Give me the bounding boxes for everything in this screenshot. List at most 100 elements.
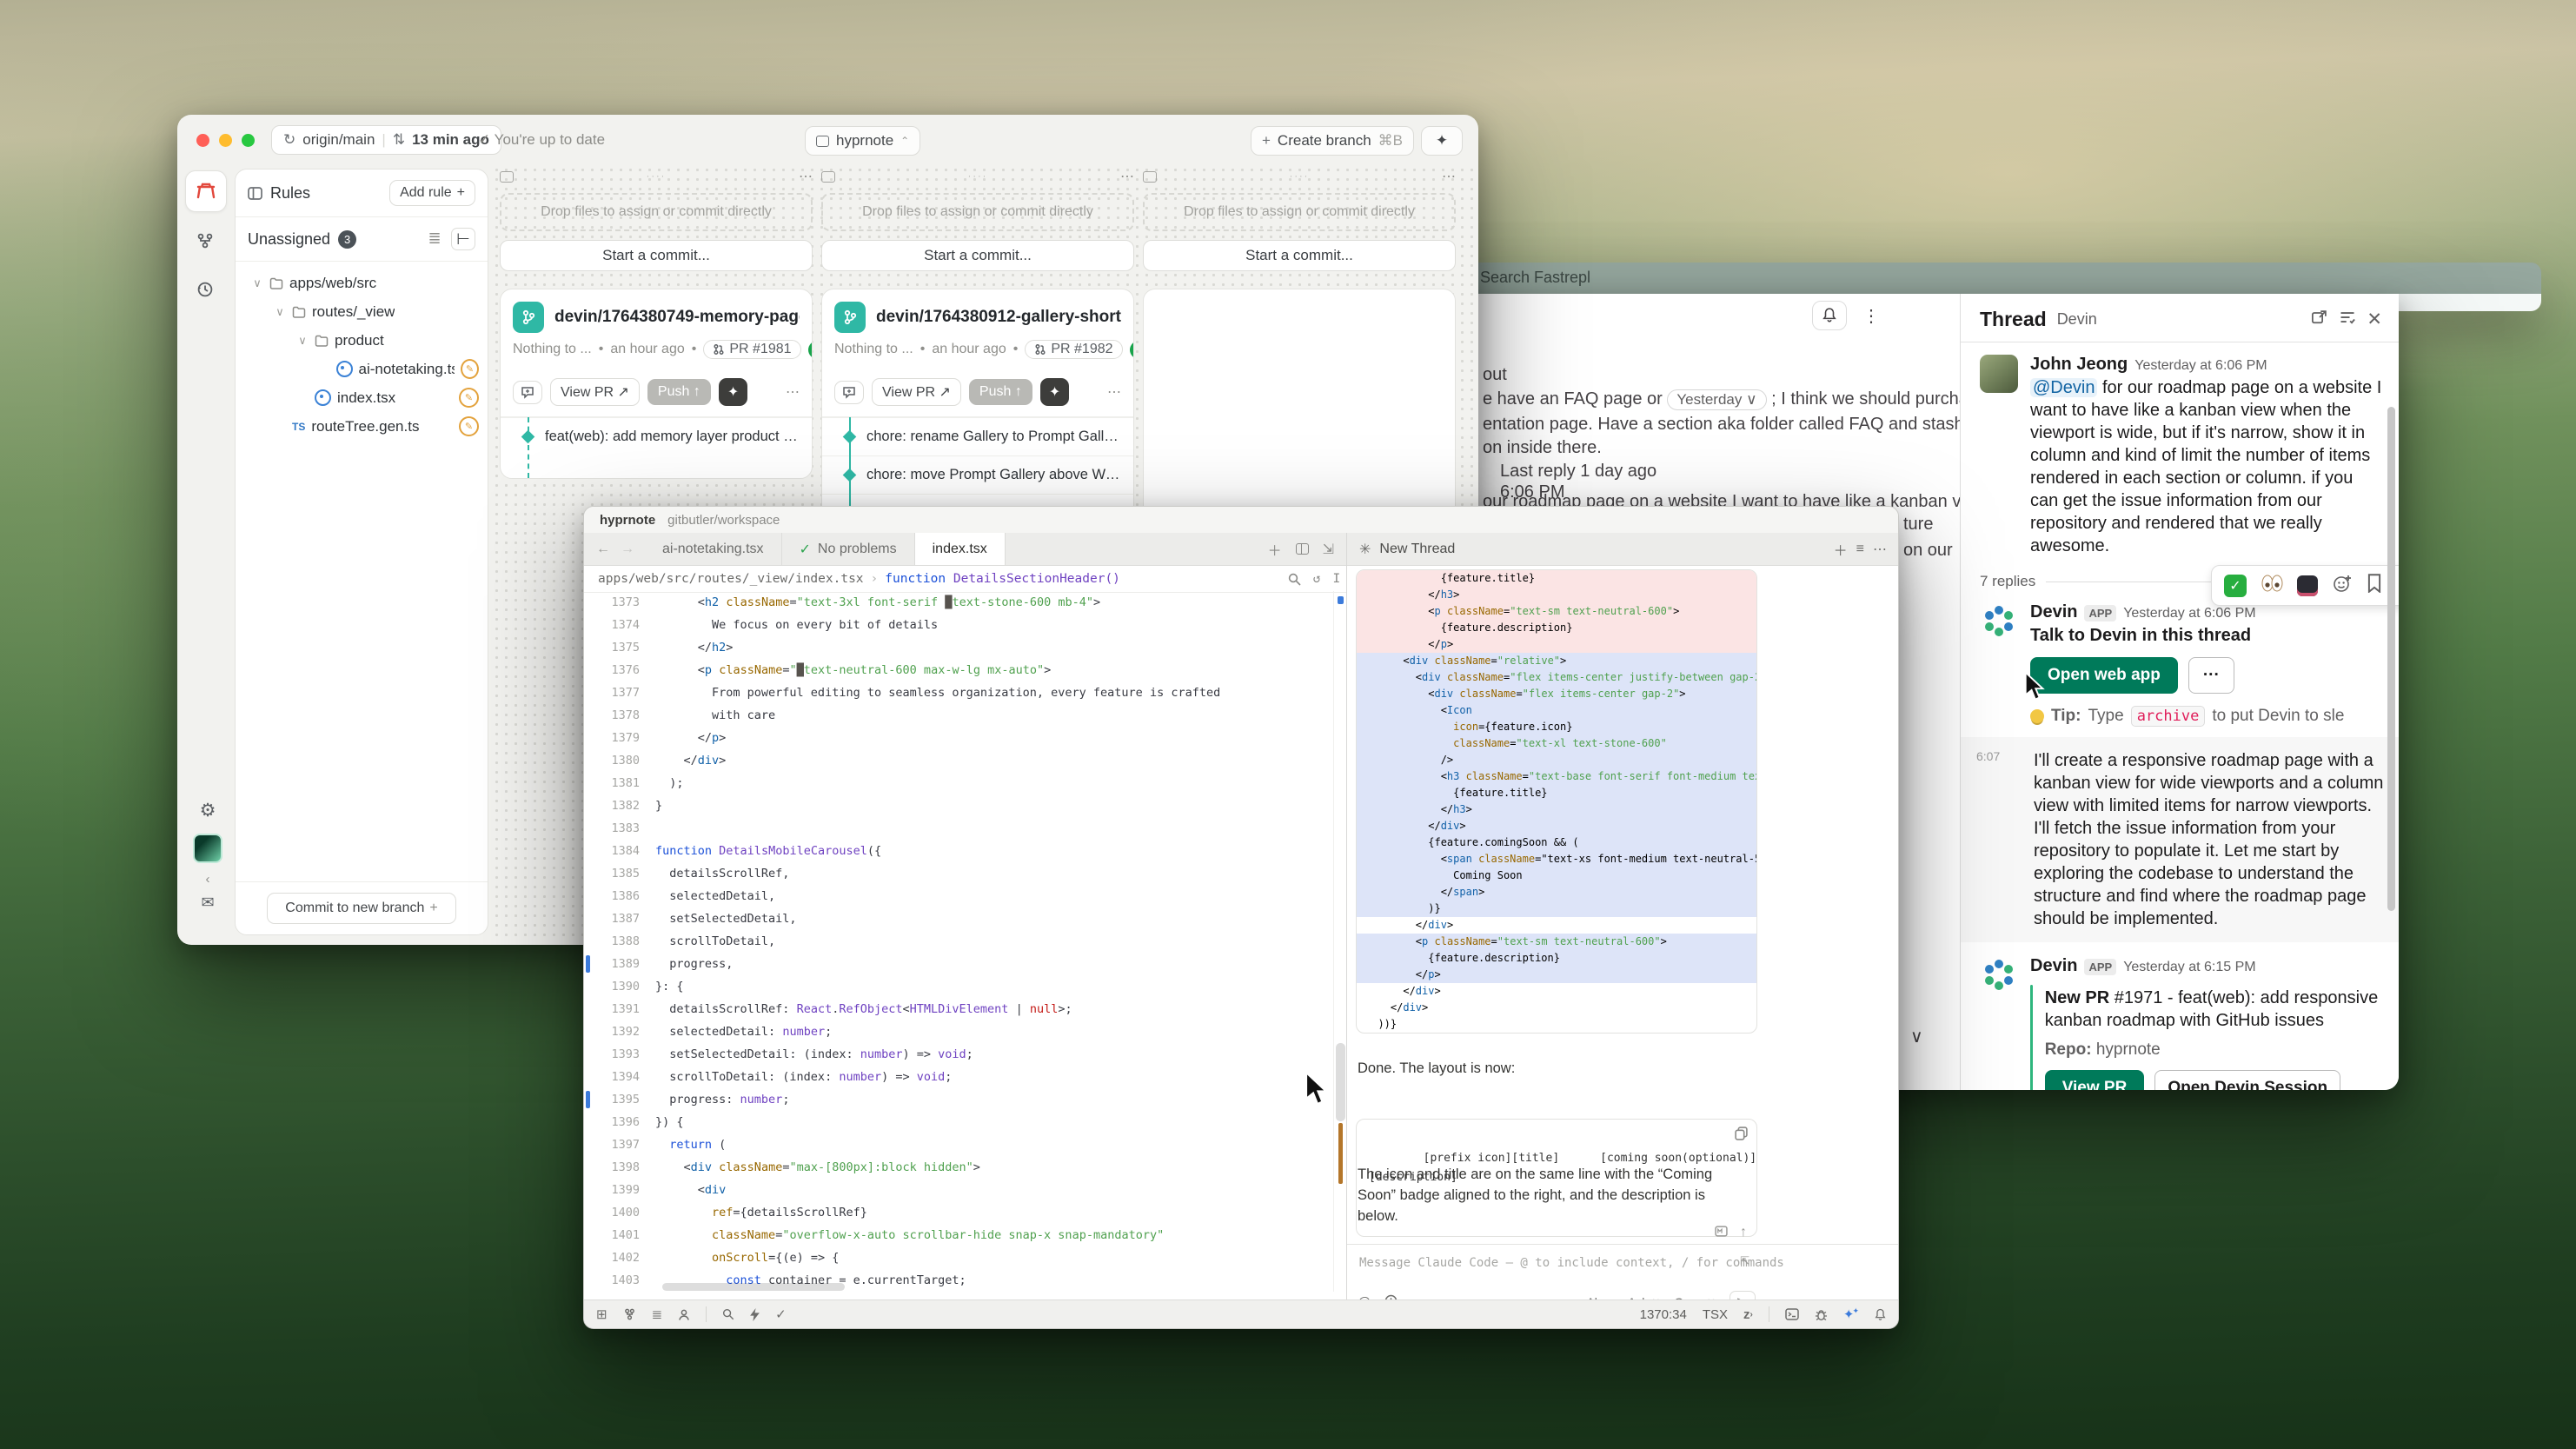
code-line[interactable]: 1376 <p className="█text-neutral-600 max… [584,659,1333,681]
code-line[interactable]: 1386 selectedDetail, [584,885,1333,907]
branches-tab-icon[interactable] [185,221,225,261]
editor-app-icon[interactable] [193,834,222,863]
lane-drag-handle[interactable]: ···· [1290,171,1310,182]
nav-forward-icon[interactable]: → [619,533,645,565]
avatar-devin[interactable] [1980,956,2018,994]
lane-dropzone[interactable]: Drop files to assign or commit directly [821,193,1134,231]
code-line[interactable]: 1398 <div className="max-[800px]:block h… [584,1156,1333,1179]
custom-emoji-icon[interactable] [2297,575,2318,596]
agent-new-thread-icon[interactable]: ＋ [1834,539,1848,560]
zoom-traffic-light[interactable] [242,134,255,147]
code-line[interactable]: 1390}: { [584,975,1333,998]
search-icon[interactable] [1288,573,1301,586]
tab-ai-notetaking[interactable]: ai-notetaking.tsx [645,533,782,565]
git-panel-icon[interactable] [623,1307,636,1321]
replies-count[interactable]: 7 replies [1980,573,2035,590]
list-view-toggle[interactable]: ≣ [423,228,446,249]
code-line[interactable]: 1400 ref={detailsScrollRef} [584,1201,1333,1224]
minimize-traffic-light[interactable] [219,134,232,147]
thread-scrollbar[interactable] [2387,407,2395,911]
ci-status-badge[interactable]: ✓Passed [808,341,813,359]
start-commit-button[interactable]: Start a commit... [821,240,1134,271]
timestamp[interactable]: Yesterday at 6:06 PM [2134,358,2267,373]
branch-menu-icon[interactable]: ⋯ [786,383,800,401]
thread-filter-icon[interactable] [2339,309,2356,330]
scroll-up-icon[interactable]: ↑ [1740,1225,1747,1242]
horizontal-scrollbar[interactable] [662,1283,845,1291]
code-line[interactable]: 1402 onScroll={(e) => { [584,1246,1333,1269]
agent-input[interactable]: Message Claude Code — @ to include conte… [1359,1256,1784,1270]
collab-panel-icon[interactable] [678,1308,690,1321]
check-reaction-icon[interactable]: ✓ [2224,575,2247,597]
split-pane-icon[interactable] [1296,543,1309,555]
more-actions-icon[interactable]: ⋮ [2396,575,2399,596]
timestamp[interactable]: 6:07 [1976,749,2000,763]
start-commit-button[interactable]: Start a commit... [1143,240,1456,271]
new-tab-icon[interactable]: ＋ [1268,539,1282,560]
pr-badge[interactable]: PR #1981 [703,340,800,359]
tree-file-routeTree.gen.ts[interactable]: TSrouteTree.gen.ts✎ [244,412,479,441]
add-reaction-icon[interactable] [2332,573,2353,598]
tab-index[interactable]: index.tsx [915,533,1006,565]
lane-dropzone[interactable]: Drop files to assign or commit directly [1143,193,1456,231]
tree-file-index.tsx[interactable]: index.tsx✎ [244,383,479,412]
more-button[interactable]: ··· [2188,657,2234,694]
code-line[interactable]: 1379 </p> [584,727,1333,749]
code-line[interactable]: 1382} [584,794,1333,817]
code-line[interactable]: 1397 return ( [584,1133,1333,1156]
avatar[interactable] [1980,355,2018,393]
code-line[interactable]: 1387 setSelectedDetail, [584,907,1333,930]
breadcrumb-symbol[interactable]: DetailsSectionHeader() [953,572,1120,586]
terminal-panel-icon[interactable] [1785,1308,1799,1320]
more-options-icon[interactable]: ⋮ [1862,305,1881,327]
bookmark-icon[interactable] [2367,574,2382,597]
notifications-bell-icon[interactable] [1875,1308,1886,1321]
code-line[interactable]: 1389 progress, [584,953,1333,975]
markdown-icon[interactable] [1715,1225,1728,1242]
workspace-tab-icon[interactable] [185,170,227,212]
cursor-tools-icon[interactable]: I [1333,572,1341,586]
open-web-app-button[interactable]: Open web app [2030,657,2178,694]
language-mode[interactable]: TSX [1703,1307,1728,1322]
code-line[interactable]: 1401 className="overflow-x-auto scrollba… [584,1224,1333,1246]
thread-popout-icon[interactable] [2311,309,2328,330]
eyes-reaction-icon[interactable] [2261,574,2283,597]
tree-folder-routes/_view[interactable]: ∨routes/_view [244,297,479,326]
code-line[interactable]: 1377 From powerful editing to seamless o… [584,681,1333,704]
branch-ai-button[interactable]: ✦ [1040,378,1069,406]
timestamp[interactable]: Yesterday at 6:06 PM [2123,606,2255,621]
author-name[interactable]: Devin [2030,602,2077,621]
lane-menu-icon[interactable]: ⋯ [1120,168,1134,185]
code-line[interactable]: 1395 progress: number; [584,1088,1333,1111]
code-line[interactable]: 1385 detailsScrollRef, [584,862,1333,885]
outline-panel-icon[interactable]: ≣ [652,1306,663,1322]
editor-branch[interactable]: gitbutler/workspace [667,513,780,528]
edit-prediction-icon[interactable]: z› [1743,1307,1753,1322]
add-rule-button[interactable]: Add rule + [389,180,475,206]
cursor-position[interactable]: 1370:34 [1640,1307,1687,1322]
refactor-icon[interactable]: ↺ [1313,572,1321,586]
project-switcher[interactable]: hyprnote ⌃ [805,126,920,156]
push-button[interactable]: Push ↑ [969,379,1032,405]
commit-row[interactable]: chore: move Prompt Gallery above Workflo… [822,455,1133,494]
ci-status-badge[interactable]: ✓Passed [1130,341,1134,359]
commit-row[interactable]: feat(web): add memory layer product page [501,417,812,455]
agent-history-icon[interactable]: ≡ [1856,542,1864,557]
code-scrollbar[interactable] [1333,591,1347,1292]
thread-message-john[interactable]: John JeongYesterday at 6:06 PM @Devin fo… [1961,346,2399,561]
code-line[interactable]: 1384function DetailsMobileCarousel({ [584,840,1333,862]
view-pr-button[interactable]: View PR [2045,1070,2145,1090]
code-line[interactable]: 1380 </div> [584,749,1333,772]
expand-icon[interactable]: ⇲ [1323,541,1334,558]
commit-row[interactable]: chore: rename Gallery to Prompt Gallery … [822,417,1133,455]
author-name[interactable]: John Jeong [2030,355,2128,374]
start-commit-button[interactable]: Start a commit... [500,240,813,271]
ai-sparkle-button[interactable]: ✦ [1421,126,1463,156]
assistant-sparkle-icon[interactable]: ✦✦ [1843,1306,1859,1322]
close-icon[interactable]: ✕ [2367,309,2382,330]
code-line[interactable]: 1383 [584,817,1333,840]
comment-button[interactable] [513,381,542,404]
lane-collapse-icon[interactable] [821,171,835,183]
tree-file-ai-notetaking.tsx[interactable]: ai-notetaking.tsx✎ [244,355,479,383]
code-line[interactable]: 1375 </h2> [584,636,1333,659]
